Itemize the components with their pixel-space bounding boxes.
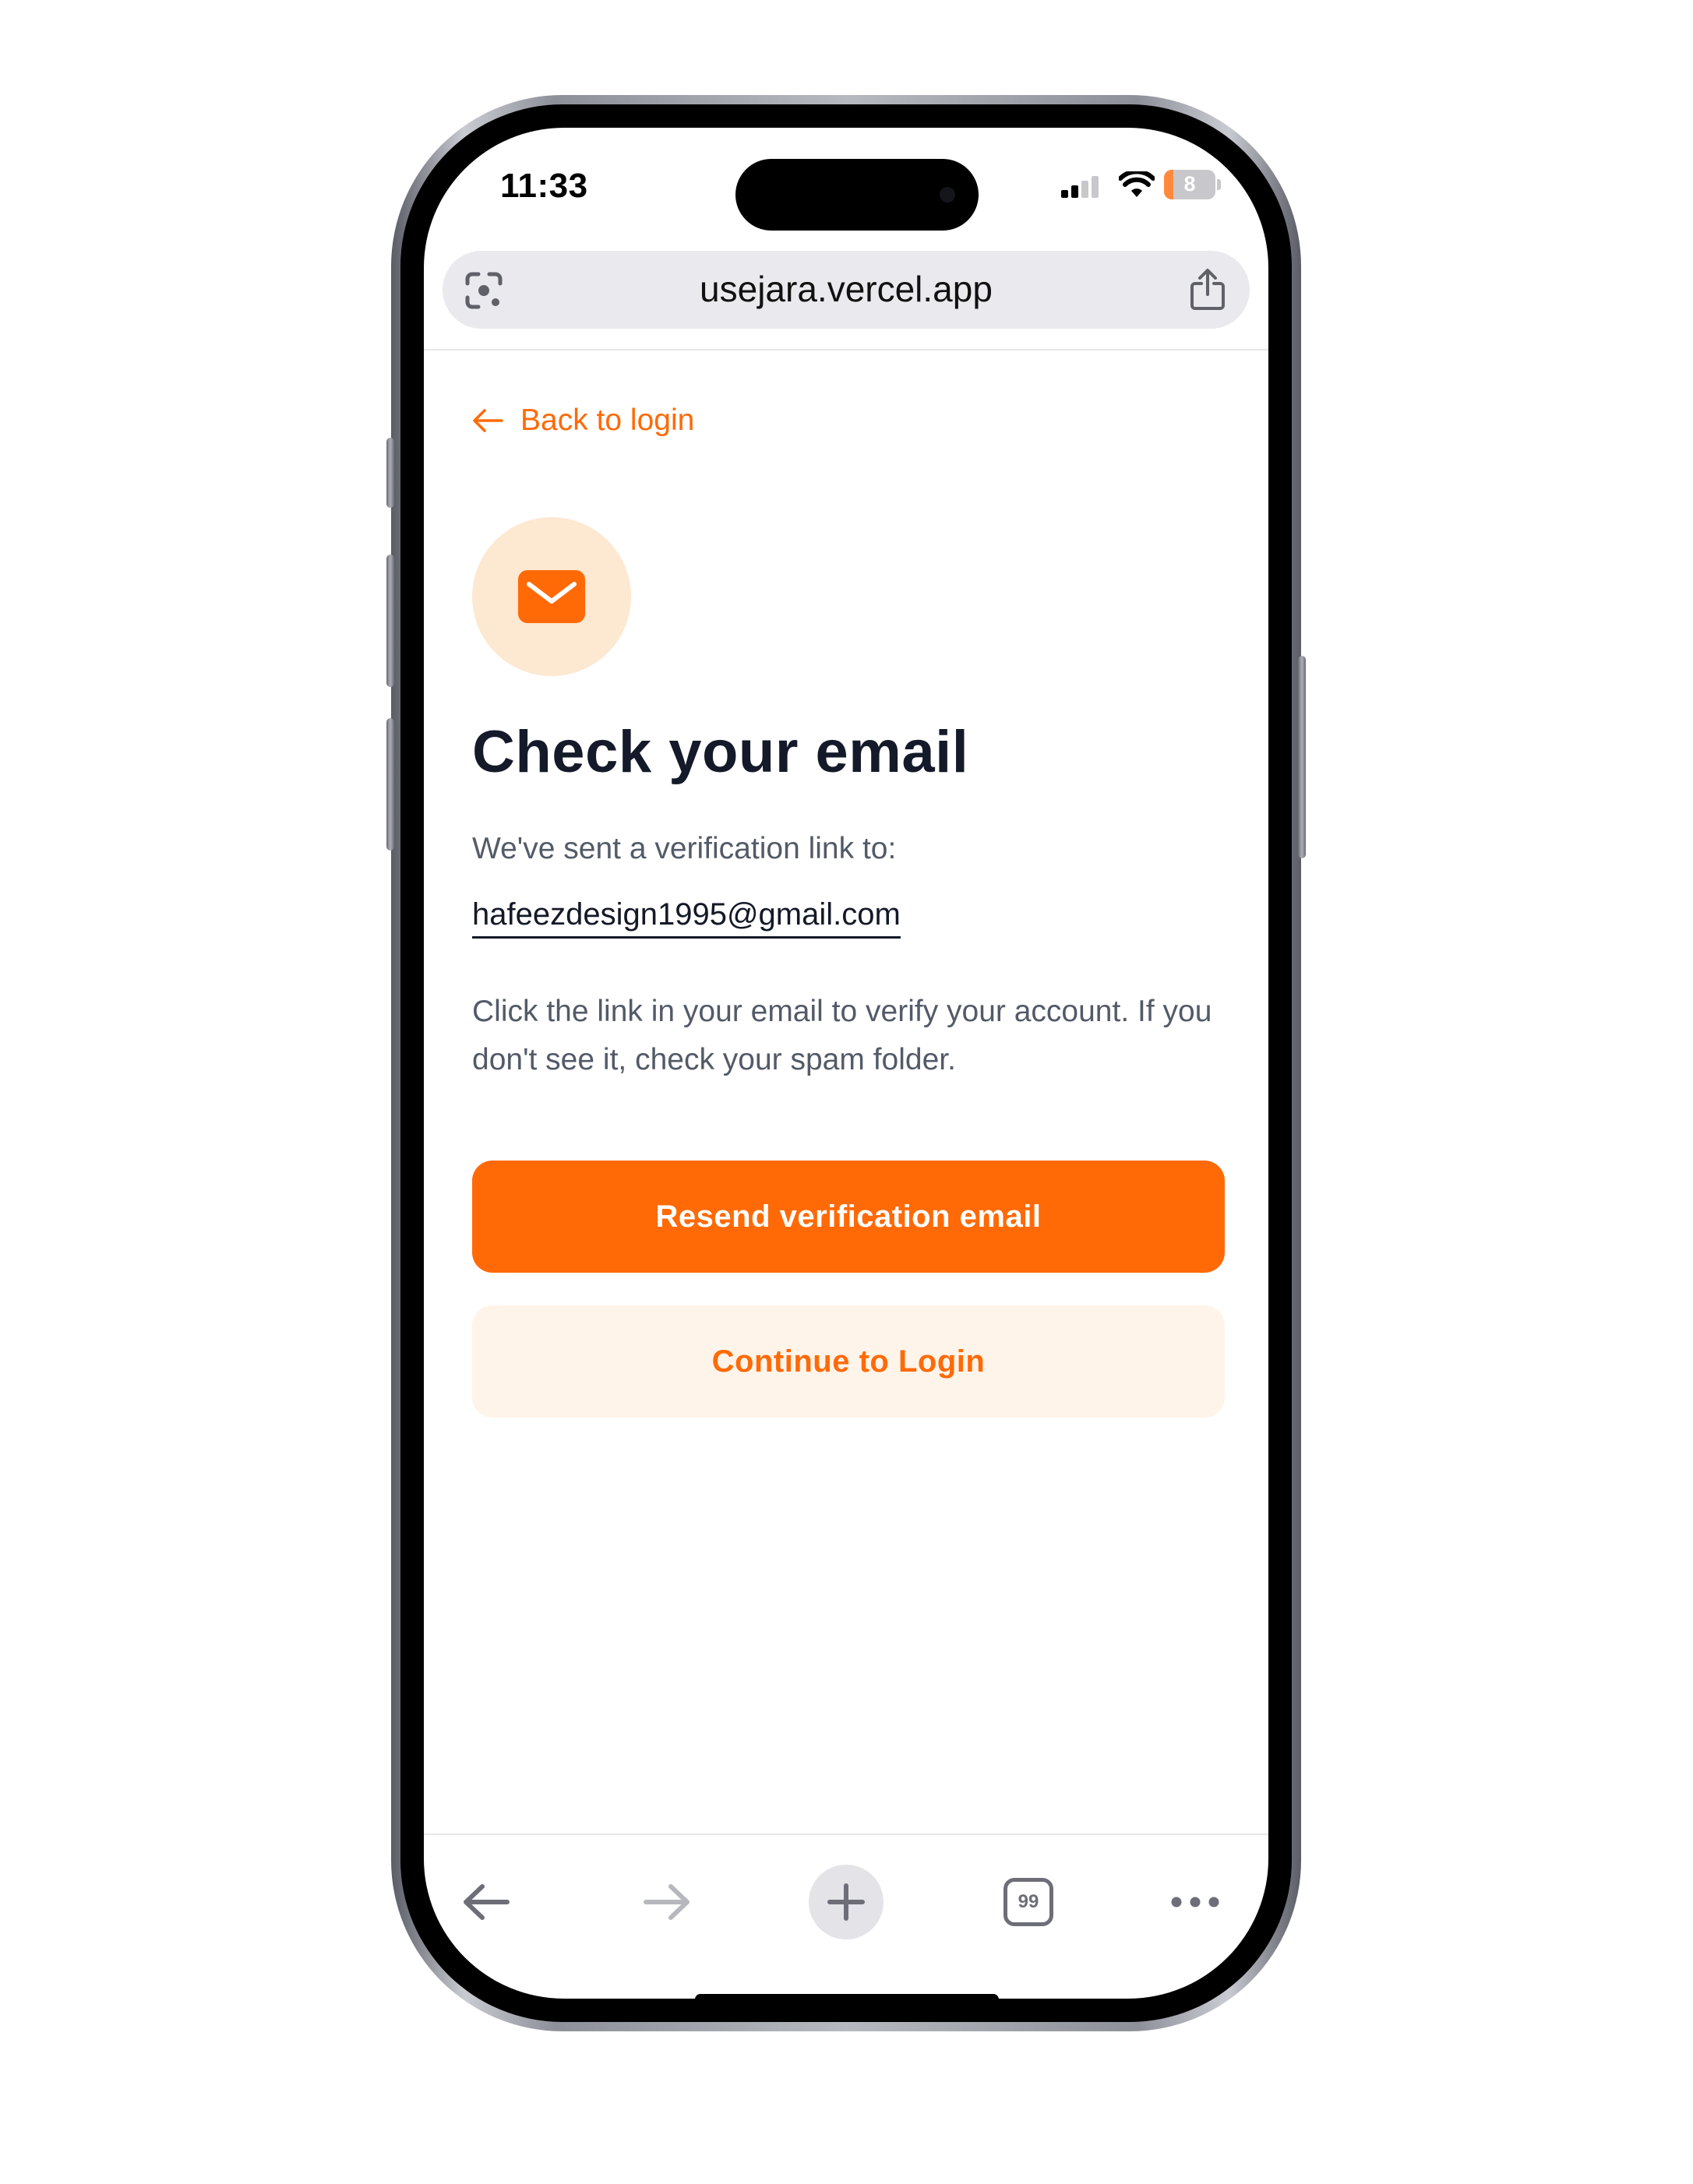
back-arrow-icon xyxy=(464,1884,510,1920)
mail-icon-badge xyxy=(472,517,631,676)
plus-icon xyxy=(827,1883,865,1921)
tabs-icon: 99 xyxy=(1003,1878,1053,1926)
bottom-divider xyxy=(424,1834,1268,1835)
tab-count: 99 xyxy=(1018,1891,1039,1912)
battery-level: 8 xyxy=(1183,172,1196,196)
dynamic-island xyxy=(735,159,979,231)
action-button xyxy=(386,438,394,508)
arrow-left-icon xyxy=(473,409,503,432)
more-icon xyxy=(1171,1897,1219,1907)
share-icon[interactable] xyxy=(1189,268,1226,312)
power-button xyxy=(1298,656,1306,858)
toolbar-forward-button[interactable] xyxy=(628,1863,706,1941)
toolbar-back-button[interactable] xyxy=(447,1863,525,1941)
volume-down-button xyxy=(386,718,394,851)
page-title: Check your email xyxy=(472,719,969,785)
url-text[interactable]: usejara.vercel.app xyxy=(443,268,1250,310)
status-time: 11:33 xyxy=(500,167,588,205)
toolbar-more-button[interactable] xyxy=(1156,1863,1234,1941)
email-address[interactable]: hafeezdesign1995@gmail.com xyxy=(472,896,901,939)
toolbar-new-tab-button[interactable] xyxy=(809,1865,884,1939)
back-to-login-link[interactable]: Back to login xyxy=(472,403,694,438)
screen: 11:33 8 usejara.vercel.app Back to login… xyxy=(424,128,1268,1999)
volume-up-button xyxy=(386,555,394,687)
resend-verification-button[interactable]: Resend verification email xyxy=(472,1161,1225,1273)
wifi-icon xyxy=(1119,171,1155,197)
continue-to-login-button[interactable]: Continue to Login xyxy=(472,1305,1225,1418)
back-to-login-label: Back to login xyxy=(520,403,695,437)
battery-tip xyxy=(1217,179,1221,190)
address-bar[interactable]: usejara.vercel.app xyxy=(443,251,1250,329)
front-camera xyxy=(940,187,955,203)
sent-text: We've sent a verification link to: xyxy=(472,832,897,865)
home-indicator[interactable] xyxy=(695,1994,999,1999)
mail-icon xyxy=(518,570,585,623)
toolbar-tabs-button[interactable]: 99 xyxy=(989,1863,1067,1941)
instructions-text: Click the link in your email to verify y… xyxy=(472,995,1212,1076)
forward-arrow-icon xyxy=(644,1884,690,1920)
phone-frame: 11:33 8 usejara.vercel.app Back to login… xyxy=(386,95,1306,2031)
cellular-signal-icon xyxy=(1061,176,1099,198)
top-divider xyxy=(424,349,1268,350)
phone-bezel: 11:33 8 usejara.vercel.app Back to login… xyxy=(400,104,1292,2022)
battery-icon: 8 xyxy=(1164,170,1222,199)
